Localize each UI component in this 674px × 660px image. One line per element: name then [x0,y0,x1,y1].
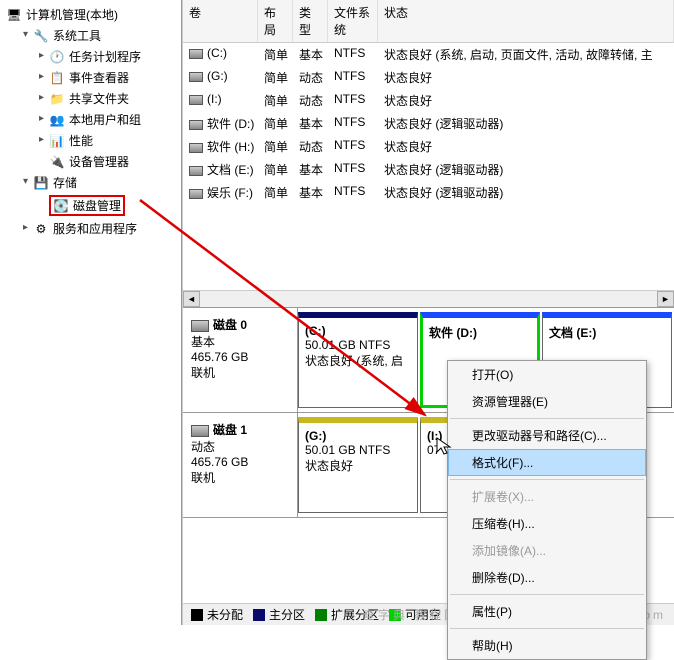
menu-delete[interactable]: 删除卷(D)... [448,564,646,591]
collapse-icon[interactable]: ▾ [20,177,31,188]
menu-explorer[interactable]: 资源管理器(E) [448,388,646,415]
folder-icon: 📁 [49,91,65,107]
volume-list: 卷 布局 类型 文件系统 状态 (C:)简单基本NTFS状态良好 (系统, 启动… [183,0,674,290]
computer-icon: 🖥 [6,7,22,23]
menu-help[interactable]: 帮助(H) [448,632,646,659]
device-icon: 🔌 [49,154,65,170]
tools-icon: 🔧 [33,28,49,44]
menu-change-letter[interactable]: 更改驱动器号和路径(C)... [448,422,646,449]
event-icon: 📋 [49,70,65,86]
disk-info[interactable]: 磁盘 0基本465.76 GB联机 [183,308,298,412]
disk-info[interactable]: 磁盘 1动态465.76 GB联机 [183,413,298,517]
partition[interactable]: (G:)50.01 GB NTFS状态良好 [298,417,418,513]
swatch-unallocated-icon [191,609,203,621]
volume-row[interactable]: (C:)简单基本NTFS状态良好 (系统, 启动, 页面文件, 活动, 故障转储… [183,43,674,66]
col-type[interactable]: 类型 [293,0,328,42]
col-fs[interactable]: 文件系统 [328,0,378,42]
swatch-primary-icon [253,609,265,621]
tree-root[interactable]: 🖥计算机管理(本地) [2,4,179,25]
volume-row[interactable]: (I:)简单动态NTFS状态良好 [183,89,674,112]
volume-header: 卷 布局 类型 文件系统 状态 [183,0,674,43]
context-menu: 打开(O) 资源管理器(E) 更改驱动器号和路径(C)... 格式化(F)...… [447,360,647,660]
scrollbar-horizontal[interactable]: ◄ ► [183,290,674,307]
menu-properties[interactable]: 属性(P) [448,598,646,625]
tree-shared-folders[interactable]: ▸📁共享文件夹 [2,88,179,109]
col-status[interactable]: 状态 [378,0,674,42]
perf-icon: 📊 [49,133,65,149]
tree-device-manager[interactable]: 🔌设备管理器 [2,151,179,172]
col-layout[interactable]: 布局 [258,0,293,42]
col-volume[interactable]: 卷 [183,0,258,42]
expand-icon[interactable]: ▸ [36,51,47,62]
expand-icon[interactable]: ▸ [20,223,31,234]
tree-disk-management[interactable]: 💽磁盘管理 [2,193,179,218]
drive-icon [189,189,203,199]
volume-row[interactable]: 文档 (E:)简单基本NTFS状态良好 (逻辑驱动器) [183,158,674,181]
volume-row[interactable]: (G:)简单动态NTFS状态良好 [183,66,674,89]
expand-icon[interactable]: ▸ [36,72,47,83]
volume-row[interactable]: 软件 (D:)简单基本NTFS状态良好 (逻辑驱动器) [183,112,674,135]
tree-services[interactable]: ▸⚙服务和应用程序 [2,218,179,239]
drive-icon [189,95,203,105]
disk-icon [191,320,209,332]
storage-icon: 💾 [33,175,49,191]
expand-icon[interactable]: ▸ [36,114,47,125]
tree-task-scheduler[interactable]: ▸🕐任务计划程序 [2,46,179,67]
tree-storage[interactable]: ▾💾存储 [2,172,179,193]
drive-icon [189,72,203,82]
expand-icon[interactable]: ▸ [36,93,47,104]
volume-row[interactable]: 软件 (H:)简单动态NTFS状态良好 [183,135,674,158]
drive-icon [189,49,203,59]
menu-shrink[interactable]: 压缩卷(H)... [448,510,646,537]
disk-icon [191,425,209,437]
drive-icon [189,166,203,176]
scroll-left-icon[interactable]: ◄ [183,291,200,307]
tree-local-users[interactable]: ▸👥本地用户和组 [2,109,179,130]
swatch-extended-icon [315,609,327,621]
expand-icon[interactable]: ▸ [36,135,47,146]
tree-performance[interactable]: ▸📊性能 [2,130,179,151]
drive-icon [189,120,203,130]
nav-tree: 🖥计算机管理(本地) ▾🔧系统工具 ▸🕐任务计划程序 ▸📋事件查看器 ▸📁共享文… [0,0,182,625]
collapse-icon[interactable]: ▾ [20,30,31,41]
disk-icon: 💽 [53,198,69,214]
drive-icon [189,143,203,153]
partition[interactable]: (C:)50.01 GB NTFS状态良好 (系统, 启 [298,312,418,408]
volume-row[interactable]: 娱乐 (F:)简单基本NTFS状态良好 (逻辑驱动器) [183,181,674,204]
menu-extend[interactable]: 扩展卷(X)... [448,483,646,510]
highlight-box: 💽磁盘管理 [49,195,125,216]
services-icon: ⚙ [33,221,49,237]
menu-format[interactable]: 格式化(F)... [448,449,646,476]
clock-icon: 🕐 [49,49,65,65]
tree-event-viewer[interactable]: ▸📋事件查看器 [2,67,179,88]
scroll-right-icon[interactable]: ► [657,291,674,307]
users-icon: 👥 [49,112,65,128]
menu-open[interactable]: 打开(O) [448,361,646,388]
partition[interactable]: (I:)07 [420,417,450,513]
tree-system-tools[interactable]: ▾🔧系统工具 [2,25,179,46]
menu-mirror[interactable]: 添加镜像(A)... [448,537,646,564]
